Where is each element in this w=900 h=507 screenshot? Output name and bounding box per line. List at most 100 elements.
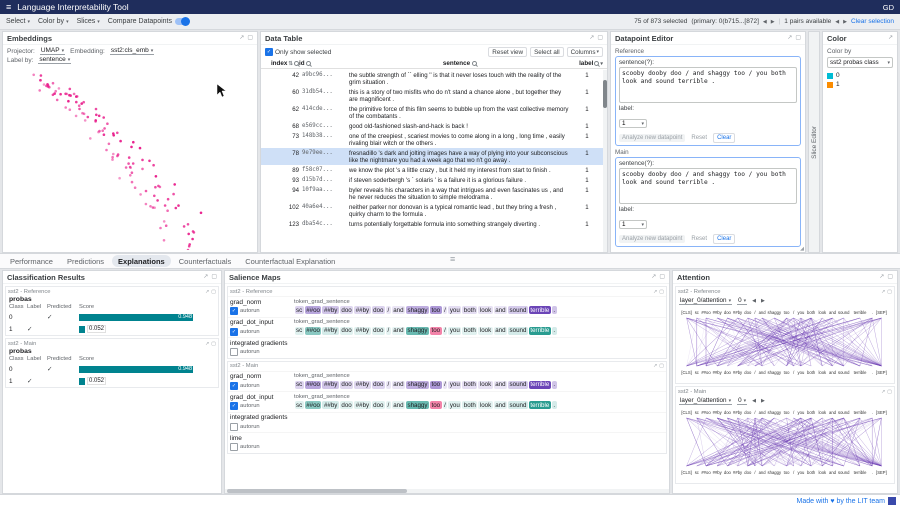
maximize-icon[interactable]: ↗ <box>239 33 244 43</box>
tab-counterfactuals[interactable]: Counterfactuals <box>173 255 238 267</box>
next-head-button[interactable]: ▶ <box>761 298 765 304</box>
popout-icon[interactable]: ▢ <box>887 272 893 282</box>
autorun-checkbox[interactable] <box>230 443 238 451</box>
popout-icon[interactable]: ▢ <box>795 33 801 43</box>
prev-head-button[interactable]: ◀ <box>752 398 756 404</box>
prev-pair-button[interactable]: ◀ <box>835 19 839 25</box>
column-header-id[interactable]: id <box>299 60 343 67</box>
sort-icon[interactable]: ⇅ <box>288 61 293 67</box>
maximize-icon[interactable]: ↗ <box>653 288 657 296</box>
scrollbar-thumb[interactable] <box>227 489 407 493</box>
autorun-checkbox[interactable] <box>230 423 238 431</box>
prev-head-button[interactable]: ◀ <box>752 298 756 304</box>
label-by-select[interactable]: sentence ▾ <box>38 56 71 64</box>
scrollbar-thumb[interactable] <box>603 80 607 108</box>
table-row[interactable]: 789e79ee...fresnadillo 's dark and jolti… <box>261 148 603 165</box>
popout-icon[interactable]: ▢ <box>887 288 892 296</box>
tab-predictions[interactable]: Predictions <box>61 255 110 267</box>
maximize-icon[interactable]: ↗ <box>881 388 885 396</box>
column-header-index[interactable]: index ⇅ <box>263 60 299 67</box>
autorun-control[interactable]: autorun <box>230 423 294 431</box>
maximize-icon[interactable]: ↗ <box>205 340 209 348</box>
autorun-control[interactable]: autorun <box>230 348 294 356</box>
autorun-checkbox[interactable] <box>230 348 238 356</box>
table-row[interactable]: 62414cde...the primitive force of this f… <box>261 104 603 121</box>
autorun-checkbox[interactable]: ✓ <box>230 382 238 390</box>
label-select[interactable]: 1 ▾ <box>619 119 647 128</box>
horizontal-scrollbar[interactable] <box>225 489 669 493</box>
table-row[interactable]: 9410f9aa...byler reveals his characters … <box>261 185 603 202</box>
reset-view-button[interactable]: Reset view <box>488 47 527 57</box>
toolbar-menu-select[interactable]: Select▾ <box>6 18 30 25</box>
sentence-input[interactable]: scooby dooby doo / and shaggy too / you … <box>619 168 797 204</box>
autorun-checkbox[interactable]: ✓ <box>230 328 238 336</box>
table-row[interactable]: 73148b38...one of the creepiest , scarie… <box>261 131 603 148</box>
autorun-checkbox[interactable]: ✓ <box>230 307 238 315</box>
user-badge[interactable]: GD <box>883 3 894 12</box>
search-icon[interactable] <box>306 61 311 66</box>
next-pair-button[interactable]: ▶ <box>843 19 847 25</box>
maximize-icon[interactable]: ↗ <box>888 33 893 43</box>
columns-button[interactable]: Columns ▾ <box>567 47 603 57</box>
maximize-icon[interactable]: ↗ <box>787 33 792 43</box>
attention-layer-select[interactable]: layer_0/attention▾ <box>679 397 732 405</box>
autorun-control[interactable]: ✓autorun <box>230 328 294 336</box>
prev-datapoint-button[interactable]: ◀ <box>763 19 767 25</box>
tab-performance[interactable]: Performance <box>4 255 59 267</box>
compare-datapoints-toggle[interactable] <box>175 18 189 25</box>
clear-button[interactable]: Clear <box>713 234 735 244</box>
popout-icon[interactable]: ▢ <box>659 272 665 282</box>
embedding-select[interactable]: sst2:cls_emb ▾ <box>110 47 154 55</box>
maximize-icon[interactable]: ↗ <box>879 272 884 282</box>
attention-layer-select[interactable]: layer_0/attention▾ <box>679 297 732 305</box>
popout-icon[interactable]: ▢ <box>211 340 216 348</box>
autorun-checkbox[interactable]: ✓ <box>230 402 238 410</box>
menu-icon[interactable]: ≡ <box>6 0 11 14</box>
next-datapoint-button[interactable]: ▶ <box>771 19 775 25</box>
analyze-new-datapoint-button[interactable]: Analyze new datapoint <box>619 235 685 243</box>
table-row[interactable]: 68e569cc...good old-fashioned slash-and-… <box>261 121 603 131</box>
popout-icon[interactable]: ▢ <box>659 288 664 296</box>
select-all-button[interactable]: Select all <box>530 47 564 57</box>
column-header-sentence[interactable]: sentence <box>343 60 577 67</box>
color-by-select[interactable]: sst2 probas class ▾ <box>827 57 893 68</box>
maximize-icon[interactable]: ↗ <box>651 272 656 282</box>
resize-handle-icon[interactable]: ◢ <box>800 246 804 252</box>
autorun-control[interactable]: ✓autorun <box>230 402 294 410</box>
clear-button[interactable]: Clear <box>713 133 735 143</box>
toolbar-menu-slices[interactable]: Slices▾ <box>77 18 100 25</box>
next-head-button[interactable]: ▶ <box>761 398 765 404</box>
search-icon[interactable] <box>472 61 477 66</box>
column-header-label-col[interactable]: label ▾ <box>577 60 605 67</box>
reset-button[interactable]: Reset <box>688 134 710 142</box>
search-icon[interactable] <box>294 61 299 66</box>
drag-handle-icon[interactable]: ≡ <box>450 254 455 264</box>
table-row[interactable]: 6031db54...this is a story of two misfit… <box>261 87 603 104</box>
maximize-icon[interactable]: ↗ <box>203 272 208 282</box>
analyze-new-datapoint-button[interactable]: Analyze new datapoint <box>619 134 685 142</box>
tab-explanations[interactable]: Explanations <box>112 255 171 267</box>
autorun-control[interactable]: ✓autorun <box>230 382 294 390</box>
embeddings-scatter[interactable] <box>3 66 257 250</box>
table-row[interactable]: 123dba54c...turns potentially forgettabl… <box>261 219 603 229</box>
autorun-control[interactable]: autorun <box>230 443 294 451</box>
maximize-icon[interactable]: ↗ <box>205 288 209 296</box>
maximize-icon[interactable]: ↗ <box>589 33 594 43</box>
table-row[interactable]: 89f58c07...we know the plot 's a little … <box>261 165 603 175</box>
table-row[interactable]: 10240a6e4...neither parker nor donovan i… <box>261 202 603 219</box>
attention-head-select[interactable]: 0▾ <box>737 397 747 405</box>
slice-editor-collapsed[interactable]: Slice Editor <box>808 31 820 253</box>
table-row[interactable]: 42a9bc96...the subtle strength of `` ell… <box>261 70 603 87</box>
popout-icon[interactable]: ▢ <box>659 362 664 370</box>
autorun-control[interactable]: ✓autorun <box>230 307 294 315</box>
clear-selection-button[interactable]: Clear selection <box>851 18 894 25</box>
vertical-scrollbar[interactable] <box>603 70 607 252</box>
popout-icon[interactable]: ▢ <box>211 288 216 296</box>
label-select[interactable]: 1 ▾ <box>619 220 647 229</box>
popout-icon[interactable]: ▢ <box>211 272 217 282</box>
popout-icon[interactable]: ▢ <box>887 388 892 396</box>
projector-select[interactable]: UMAP ▾ <box>40 47 65 55</box>
search-icon[interactable] <box>594 61 599 66</box>
only-show-selected-checkbox[interactable]: ✓ Only show selected <box>265 48 331 56</box>
popout-icon[interactable]: ▢ <box>247 33 253 43</box>
